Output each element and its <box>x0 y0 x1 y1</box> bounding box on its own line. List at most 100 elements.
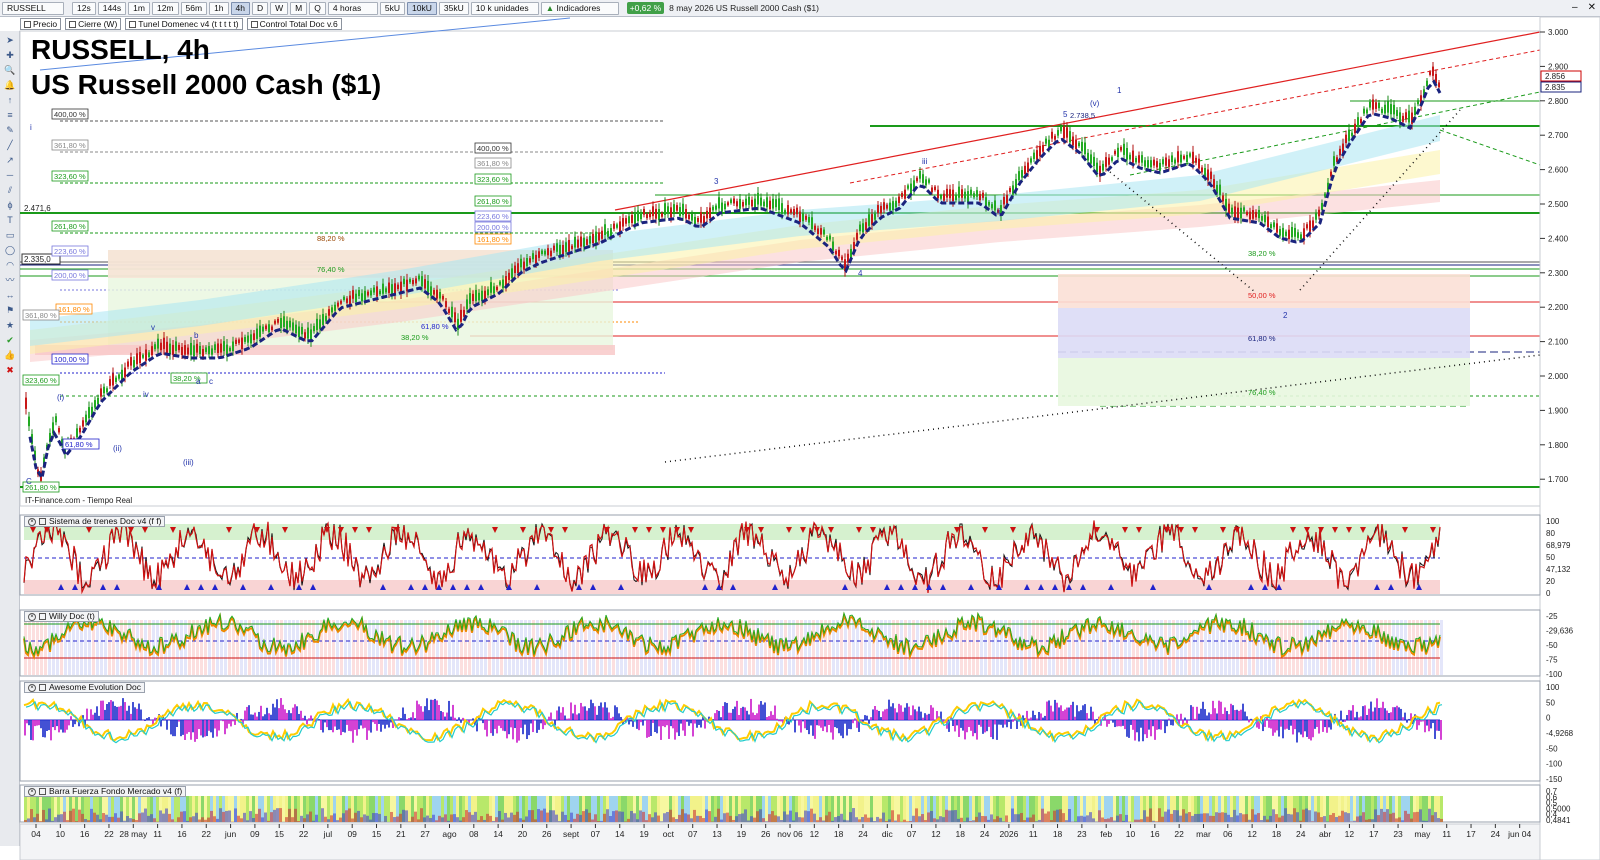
strength-bar <box>1383 811 1386 822</box>
awesome-bar <box>556 710 558 720</box>
awesome-bar <box>52 720 54 728</box>
willy-bar <box>580 620 583 675</box>
strength-bar <box>108 816 111 822</box>
pane-title-awesome[interactable]: × Awesome Evolution Doc <box>24 682 145 693</box>
awesome-bar <box>442 712 444 720</box>
candle <box>610 228 612 237</box>
strength-bar <box>672 817 675 822</box>
candle <box>1438 82 1440 88</box>
awesome-bar <box>888 699 890 720</box>
awesome-bar <box>1128 720 1130 738</box>
strength-bar <box>1401 796 1404 822</box>
awesome-bar <box>1270 720 1272 729</box>
strength-bar <box>1110 817 1113 822</box>
awesome-bar <box>1146 720 1148 739</box>
strength-bar <box>489 815 492 822</box>
strength-bar <box>255 813 258 822</box>
awesome-bar <box>434 698 436 720</box>
awesome-bar <box>542 720 544 730</box>
strength-bar <box>675 819 678 822</box>
candle <box>295 324 297 334</box>
candle <box>1309 220 1311 232</box>
strength-bar <box>312 796 315 822</box>
awesome-bar <box>772 714 774 720</box>
pane-title-willy[interactable]: × Willy Doc (t) <box>24 611 99 622</box>
awesome-bar <box>1296 720 1298 743</box>
candle <box>223 341 225 352</box>
candle <box>673 204 675 213</box>
wave-label: v <box>151 323 155 332</box>
candle <box>337 302 339 307</box>
strength-bar <box>180 811 183 822</box>
candle <box>1210 171 1212 180</box>
strength-bar <box>567 796 570 822</box>
candle <box>289 320 291 328</box>
candle <box>187 347 189 355</box>
strength-bar <box>993 796 996 822</box>
awesome-bar <box>1310 720 1312 741</box>
candle <box>1084 142 1086 155</box>
strength-bar <box>375 813 378 822</box>
candle <box>874 213 876 220</box>
awesome-bar <box>900 705 902 720</box>
candle <box>1051 131 1053 139</box>
candle <box>1165 157 1167 166</box>
strength-bar <box>39 821 42 822</box>
fib-label: 361,80 % <box>54 141 86 150</box>
awesome-bar <box>686 720 688 722</box>
close-icon[interactable]: × <box>28 787 36 796</box>
strength-bar <box>984 816 987 822</box>
strength-bar <box>900 796 903 822</box>
candle <box>1093 156 1095 166</box>
candle <box>397 284 399 290</box>
strength-bar <box>1251 809 1254 822</box>
strength-bar <box>708 811 711 822</box>
close-icon[interactable]: × <box>28 612 36 621</box>
awesome-bar <box>376 720 378 731</box>
awesome-bar <box>1208 712 1210 720</box>
awesome-bar <box>886 708 888 720</box>
willy-bar <box>548 620 551 675</box>
candle <box>325 315 327 322</box>
awesome-bar <box>770 711 772 720</box>
strength-bar <box>852 808 855 822</box>
date-axis-label: 14 <box>493 829 503 839</box>
awesome-bar <box>250 714 252 720</box>
awesome-bar <box>766 717 768 720</box>
awesome-bar <box>1434 720 1436 739</box>
strength-bar <box>336 820 339 822</box>
price-axis-label: 2.800 <box>1548 97 1569 106</box>
awesome-bar <box>1278 720 1280 737</box>
awesome-bar <box>274 707 276 720</box>
awesome-bar <box>1222 713 1224 720</box>
checkbox[interactable] <box>39 684 46 691</box>
close-icon[interactable]: × <box>28 517 36 526</box>
candle <box>697 218 699 222</box>
willy-bar <box>924 620 927 675</box>
candle <box>388 282 390 293</box>
candle <box>169 343 171 355</box>
strength-bar <box>873 821 876 822</box>
awesome-bar <box>962 720 964 731</box>
strength-bar <box>807 811 810 822</box>
awesome-bar <box>54 720 56 731</box>
checkbox[interactable] <box>39 518 46 525</box>
awesome-bar <box>114 705 116 720</box>
checkbox[interactable] <box>39 613 46 620</box>
chart-canvas[interactable]: 3.0002.9002.8002.7002.6002.5002.4002.300… <box>0 0 1600 860</box>
awesome-bar <box>1184 717 1186 720</box>
strength-bar <box>1143 810 1146 822</box>
close-icon[interactable]: × <box>28 683 36 692</box>
pane-title-trains[interactable]: × Sistema de trenes Doc v4 (f f) <box>24 516 166 527</box>
willy-bar <box>432 620 435 675</box>
candle <box>1351 132 1353 136</box>
checkbox[interactable] <box>39 788 46 795</box>
awesome-bar <box>838 720 840 734</box>
strength-bar <box>1044 813 1047 822</box>
strength-bar <box>48 808 51 822</box>
awesome-bar <box>836 720 838 729</box>
strength-bar <box>816 820 819 822</box>
pane-title-fuerza[interactable]: × Barra Fuerza Fondo Mercado v4 (f) <box>24 786 187 797</box>
strength-bar <box>846 796 849 822</box>
strength-bar <box>225 810 228 822</box>
